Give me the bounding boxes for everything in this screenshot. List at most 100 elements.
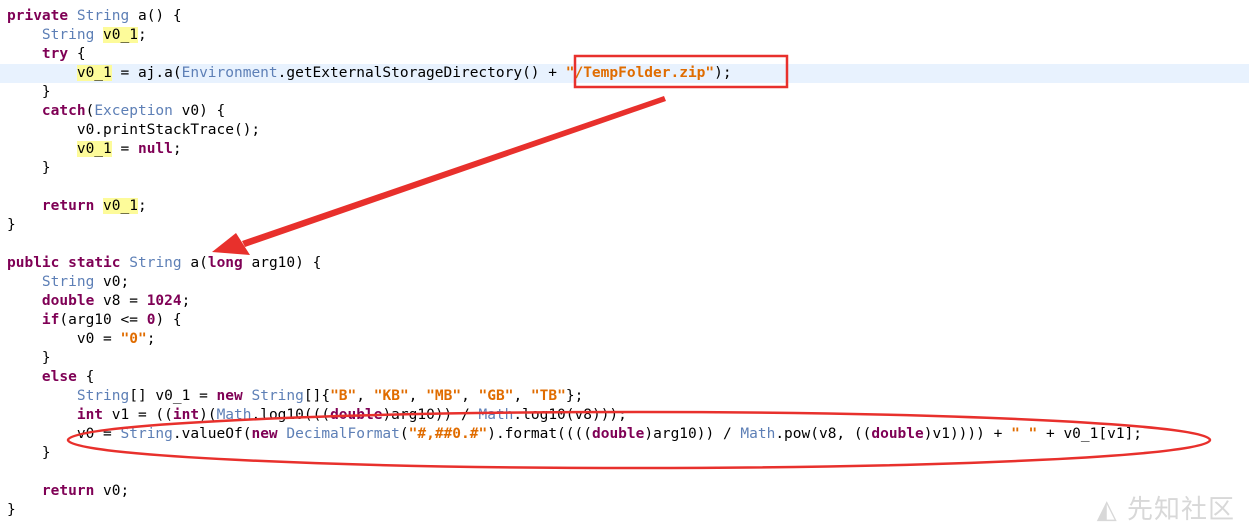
code-text: .pow(v8, (( xyxy=(775,426,872,442)
watermark: ◭ 先知社区 xyxy=(1097,489,1235,526)
keyword-token: int xyxy=(172,407,200,423)
type-token: String xyxy=(41,27,95,43)
string-token: "MB" xyxy=(426,388,462,404)
code-text: = aj.a( xyxy=(111,65,182,81)
code-line[interactable]: v0.printStackTrace(); xyxy=(0,121,1249,140)
code-line[interactable]: String v0; xyxy=(0,273,1249,292)
code-line[interactable] xyxy=(0,178,1249,197)
code-text: []{ xyxy=(303,388,331,404)
type-token: String xyxy=(76,8,130,24)
keyword-token: private xyxy=(7,8,69,24)
keyword-token: int xyxy=(76,407,104,423)
type-token: Math xyxy=(740,426,776,442)
code-text: v8 = xyxy=(94,293,147,309)
code-line[interactable]: public static String a(long arg10) { xyxy=(0,254,1249,273)
keyword-token: double xyxy=(871,426,924,442)
code-line[interactable]: } xyxy=(0,444,1249,463)
code-line[interactable]: v0 = "0"; xyxy=(0,330,1249,349)
highlighted-identifier: v0_1 xyxy=(103,198,138,214)
keyword-token: try xyxy=(41,46,69,62)
code-text: v0 = xyxy=(7,331,121,347)
highlighted-identifier: v0_1 xyxy=(76,65,112,81)
watermark-icon: ◭ xyxy=(1096,495,1118,525)
code-text: v0.printStackTrace(); xyxy=(7,122,261,138)
keyword-token: if xyxy=(41,312,60,328)
type-token: Environment xyxy=(181,65,278,81)
code-line[interactable]: int v1 = ((int)(Math.log10(((double)arg1… xyxy=(0,406,1249,425)
code-text: } xyxy=(7,84,51,100)
code-text: v0) { xyxy=(172,103,226,119)
keyword-token: double xyxy=(41,293,95,309)
type-token: String xyxy=(76,388,130,404)
code-text: .getExternalStorageDirectory() + xyxy=(277,65,566,81)
code-editor[interactable]: private String a() { String v0_1; try { … xyxy=(0,0,1249,530)
keyword-token: double xyxy=(591,426,645,442)
code-line[interactable]: String v0_1; xyxy=(0,26,1249,45)
string-token: "B" xyxy=(330,388,357,404)
code-line[interactable]: catch(Exception v0) { xyxy=(0,102,1249,121)
type-token: String xyxy=(120,426,173,442)
code-line[interactable]: try { xyxy=(0,45,1249,64)
type-token: DecimalFormat xyxy=(286,426,400,442)
code-line[interactable]: } xyxy=(0,159,1249,178)
code-text: a() { xyxy=(129,8,182,24)
code-line[interactable]: } xyxy=(0,501,1249,520)
code-text: v1 = (( xyxy=(103,407,173,423)
keyword-token: return xyxy=(41,198,95,214)
code-line[interactable] xyxy=(0,463,1249,482)
code-line[interactable] xyxy=(0,235,1249,254)
code-text: ; xyxy=(137,198,147,214)
code-line[interactable]: return v0_1; xyxy=(0,197,1249,216)
code-text: ( xyxy=(399,426,409,442)
code-text: ; xyxy=(137,27,147,43)
code-line[interactable]: } xyxy=(0,216,1249,235)
code-line[interactable]: return v0; xyxy=(0,482,1249,501)
code-text: .log10((( xyxy=(251,407,331,423)
code-line[interactable]: } xyxy=(0,349,1249,368)
keyword-token: null xyxy=(137,141,173,157)
string-token: " " xyxy=(1011,426,1038,442)
code-line[interactable]: v0 = String.valueOf(new DecimalFormat("#… xyxy=(0,425,1249,444)
code-text: .log10(v8))); xyxy=(513,407,627,423)
code-text: )arg10)) / xyxy=(382,407,479,423)
code-line[interactable]: if(arg10 <= 0) { xyxy=(0,311,1249,330)
highlighted-identifier: v0_1 xyxy=(76,141,112,157)
code-line[interactable]: v0_1 = null; xyxy=(0,140,1249,159)
code-line-current[interactable]: v0_1 = aj.a(Environment.getExternalStora… xyxy=(0,64,1249,83)
type-token: Exception xyxy=(94,103,173,119)
string-token: "KB" xyxy=(373,388,409,404)
code-text: (arg10 <= xyxy=(59,312,147,328)
code-text: } xyxy=(7,445,51,461)
code-line[interactable]: double v8 = 1024; xyxy=(0,292,1249,311)
code-text: , xyxy=(408,388,427,404)
code-text: .valueOf( xyxy=(172,426,252,442)
code-text: , xyxy=(513,388,531,404)
code-text: ( xyxy=(85,103,95,119)
code-text: v0 = xyxy=(7,426,121,442)
keyword-token: catch xyxy=(41,103,86,119)
code-text: } xyxy=(7,217,16,233)
code-text: ; xyxy=(146,331,156,347)
code-line[interactable]: else { xyxy=(0,368,1249,387)
code-line[interactable]: String[] v0_1 = new String[]{"B", "KB", … xyxy=(0,387,1249,406)
code-text: v0; xyxy=(94,483,130,499)
type-token: String xyxy=(129,255,182,271)
code-text: }; xyxy=(565,388,584,404)
code-text: a( xyxy=(181,255,208,271)
code-line[interactable]: } xyxy=(0,83,1249,102)
code-line[interactable]: private String a() { xyxy=(0,7,1249,26)
code-text: ).format(((( xyxy=(487,426,592,442)
code-text: } xyxy=(7,350,51,366)
keyword-token: new xyxy=(251,426,278,442)
string-token: "TB" xyxy=(530,388,566,404)
